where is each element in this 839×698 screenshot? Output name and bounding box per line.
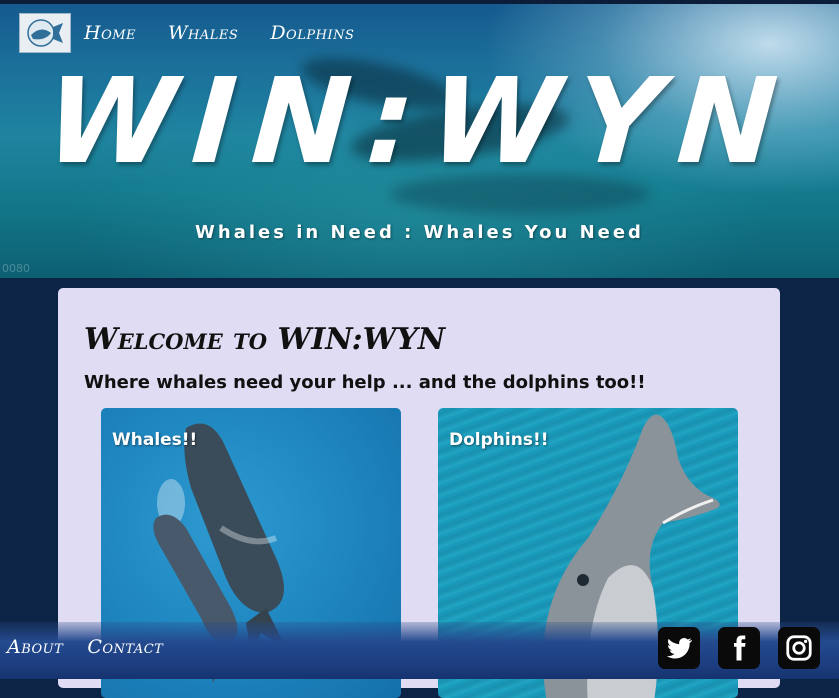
footer-about-link[interactable]: About bbox=[7, 636, 63, 658]
hero-title: WIN:WYN bbox=[41, 52, 798, 190]
twitter-link[interactable] bbox=[658, 627, 700, 669]
whale-logo-icon bbox=[27, 19, 63, 47]
site-footer: About Contact bbox=[0, 622, 839, 679]
welcome-subheading: Where whales need your help ... and the … bbox=[84, 372, 646, 393]
instagram-icon bbox=[786, 635, 812, 661]
whales-tile-label: Whales!! bbox=[112, 430, 198, 450]
footer-contact-link[interactable]: Contact bbox=[87, 636, 163, 658]
hero-tagline: Whales in Need : Whales You Need bbox=[195, 222, 644, 243]
site-logo[interactable] bbox=[19, 13, 71, 53]
instagram-link[interactable] bbox=[778, 627, 820, 669]
nav-dolphins-link[interactable]: Dolphins bbox=[270, 22, 354, 44]
dolphins-tile-label: Dolphins!! bbox=[449, 430, 549, 450]
nav-whales-link[interactable]: Whales bbox=[168, 22, 238, 44]
twitter-icon bbox=[666, 637, 693, 659]
facebook-icon bbox=[734, 635, 746, 661]
nav-home-link[interactable]: Home bbox=[84, 22, 136, 44]
footer-nav: About Contact bbox=[7, 636, 163, 658]
welcome-heading: Welcome to WIN:WYN bbox=[84, 322, 446, 357]
hero-banner: Home Whales Dolphins WIN:WYN Whales in N… bbox=[0, 4, 839, 278]
video-timestamp: 0080 bbox=[2, 262, 30, 275]
main-nav: Home Whales Dolphins bbox=[84, 22, 354, 44]
facebook-link[interactable] bbox=[718, 627, 760, 669]
